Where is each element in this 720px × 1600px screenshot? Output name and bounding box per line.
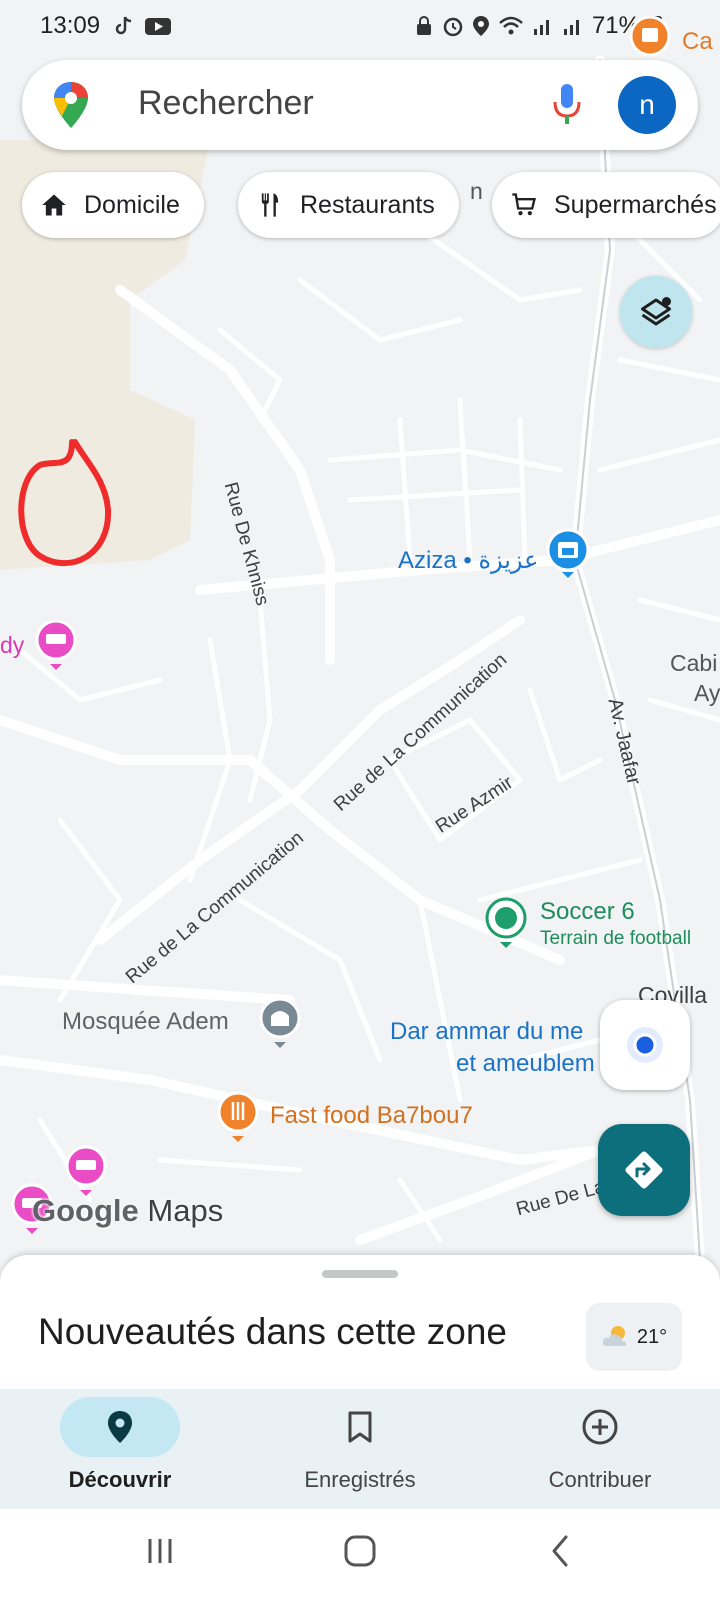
account-avatar[interactable]: n [618, 76, 676, 134]
place-label-aziza[interactable]: Aziza • عزيزة [398, 546, 539, 575]
place-label-mosquee[interactable]: Mosquée Adem [62, 1008, 229, 1036]
nav-decouvrir[interactable]: Découvrir [0, 1389, 240, 1509]
shop-pin-icon[interactable] [546, 528, 590, 578]
place-label-dar-ammar-line2: et ameublem [456, 1050, 595, 1077]
youtube-icon [145, 18, 171, 35]
wifi-icon [499, 16, 523, 35]
mosque-pin-icon[interactable] [258, 996, 302, 1048]
nav-enregistres[interactable]: Enregistrés [240, 1389, 480, 1509]
sheet-drag-handle[interactable] [322, 1270, 398, 1278]
nav-label: Contribuer [548, 1467, 652, 1492]
my-location-icon [627, 1027, 663, 1063]
attribution-maps: Maps [147, 1193, 224, 1228]
layers-button[interactable] [620, 276, 692, 348]
status-bar: 13:09 71% [0, 0, 720, 52]
place-label-soccer-sub: Terrain de football [540, 928, 692, 949]
recent-apps-icon[interactable] [144, 1531, 176, 1571]
home-icon [42, 194, 66, 216]
lock-icon [416, 16, 431, 35]
chip-supermarches[interactable]: Supermarchés [492, 172, 720, 238]
home-button-icon[interactable] [340, 1531, 380, 1571]
status-time: 13:09 [40, 12, 101, 39]
search-placeholder[interactable]: Rechercher [138, 84, 314, 123]
google-maps-attribution: Google Maps [32, 1193, 223, 1229]
explore-pin-icon [108, 1411, 132, 1443]
layers-icon [641, 297, 671, 326]
chip-label: Domicile [84, 190, 180, 219]
place-label-soccer[interactable]: Soccer 6 [540, 898, 635, 926]
alarm-icon [443, 17, 463, 37]
restaurant-icon [261, 193, 279, 217]
place-label-fast-food[interactable]: Fast food Ba7bou7 [270, 1102, 473, 1130]
nav-label: Enregistrés [304, 1467, 416, 1492]
system-navigation-bar [0, 1509, 720, 1600]
attribution-google: Google [32, 1193, 139, 1228]
directions-icon [625, 1151, 663, 1189]
cart-icon [512, 193, 536, 216]
food-pin-icon[interactable] [216, 1090, 260, 1142]
sheet-title: Nouveautés dans cette zone [38, 1311, 507, 1352]
chip-domicile[interactable]: Domicile [22, 172, 204, 238]
partly-cloudy-icon [602, 1326, 627, 1346]
tiktok-icon [115, 16, 132, 35]
hotel-pin-icon[interactable] [34, 618, 78, 670]
search-bar[interactable]: Rechercher n [22, 60, 698, 150]
location-icon [472, 16, 489, 36]
place-label-dy[interactable]: dy [0, 632, 24, 659]
nav-contribuer[interactable]: Contribuer [480, 1389, 720, 1509]
weather-chip[interactable]: 21° [586, 1303, 682, 1371]
place-label-dar-ammar[interactable]: Dar ammar du me [390, 1018, 583, 1046]
back-icon[interactable] [546, 1531, 576, 1571]
directions-button[interactable] [598, 1124, 690, 1216]
nav-active-indicator [60, 1397, 180, 1457]
bookmark-icon [348, 1411, 372, 1443]
sport-pin-icon[interactable] [484, 896, 528, 948]
chip-restaurants[interactable]: Restaurants [238, 172, 459, 238]
my-location-button[interactable] [600, 1000, 690, 1090]
place-label-cabi[interactable]: Cabi [670, 650, 717, 677]
add-circle-icon [582, 1409, 618, 1445]
signal-icon [533, 20, 549, 35]
food-pin-icon[interactable] [628, 14, 672, 58]
nav-label: Découvrir [68, 1467, 172, 1492]
google-maps-logo-icon [54, 82, 88, 128]
chip-label: Restaurants [300, 190, 435, 219]
explore-bottom-sheet[interactable]: Nouveautés dans cette zone 21° [0, 1255, 720, 1389]
bottom-navigation: Découvrir Enregistrés Contribuer [0, 1389, 720, 1509]
place-label-cabi-line2: Ay [694, 680, 720, 706]
chip-label: Supermarchés [554, 190, 717, 219]
map-label-n-partial: n [470, 178, 483, 204]
map-label-ca[interactable]: Ca [682, 28, 713, 56]
signal-icon [563, 20, 579, 35]
hotel-pin-icon[interactable] [64, 1144, 108, 1196]
microphone-icon[interactable] [552, 82, 582, 128]
weather-temperature: 21° [636, 1325, 668, 1348]
